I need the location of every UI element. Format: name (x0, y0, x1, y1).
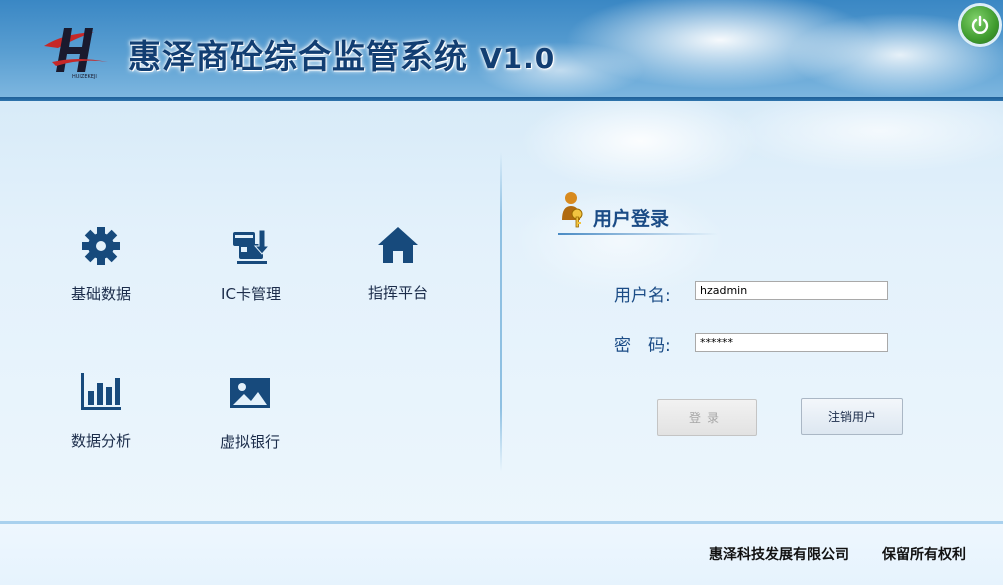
module-virtual-bank[interactable]: 虚拟银行 (195, 374, 305, 454)
logout-user-button[interactable]: 注销用户 (801, 398, 903, 435)
logo-text: HUIZEKEJI (72, 74, 97, 80)
gear-icon (82, 227, 120, 265)
password-label: 密 码: (614, 336, 671, 356)
module-command-platform[interactable]: 指挥平台 (343, 225, 453, 305)
login-header: 用户登录 (558, 190, 718, 238)
module-label: 指挥平台 (367, 284, 428, 302)
vertical-divider (500, 152, 502, 472)
home-icon (378, 227, 418, 263)
login-button[interactable]: 登录 (657, 399, 757, 436)
password-input[interactable] (695, 333, 888, 352)
login-title: 用户登录 (593, 208, 670, 230)
company-logo: HUIZEKEJI (42, 22, 114, 80)
module-basic-data[interactable]: 基础数据 (46, 226, 156, 306)
module-ic-card[interactable]: IC卡管理 (196, 226, 306, 306)
user-key-icon (562, 192, 583, 228)
app-title: 惠泽商砼综合监管系统 V1.0 (128, 30, 555, 78)
module-data-analysis[interactable]: 数据分析 (46, 373, 156, 453)
image-icon (230, 378, 270, 408)
footer-rights: 保留所有权利 (882, 547, 966, 563)
module-label: 数据分析 (70, 432, 131, 450)
module-label: 虚拟银行 (219, 433, 280, 451)
bar-chart-icon (81, 373, 121, 410)
header-banner: HUIZEKEJI 惠泽商砼综合监管系统 V1.0 (0, 0, 1003, 97)
app-title-text: 惠泽商砼综合监管系统 (128, 37, 468, 76)
login-title-underline (558, 233, 718, 235)
app-version: V1.0 (480, 42, 556, 75)
footer-bar: 惠泽科技发展有限公司 保留所有权利 (0, 524, 1003, 585)
logout-button-label: 注销用户 (827, 410, 876, 424)
module-label: IC卡管理 (221, 285, 281, 303)
power-icon (971, 15, 989, 34)
module-label: 基础数据 (70, 285, 131, 303)
login-button-label: 登录 (688, 411, 725, 425)
footer-company: 惠泽科技发展有限公司 (709, 547, 849, 563)
power-button[interactable] (961, 6, 999, 44)
username-label: 用户名: (614, 286, 671, 306)
username-input[interactable] (695, 281, 888, 300)
ic-card-icon (233, 229, 271, 264)
